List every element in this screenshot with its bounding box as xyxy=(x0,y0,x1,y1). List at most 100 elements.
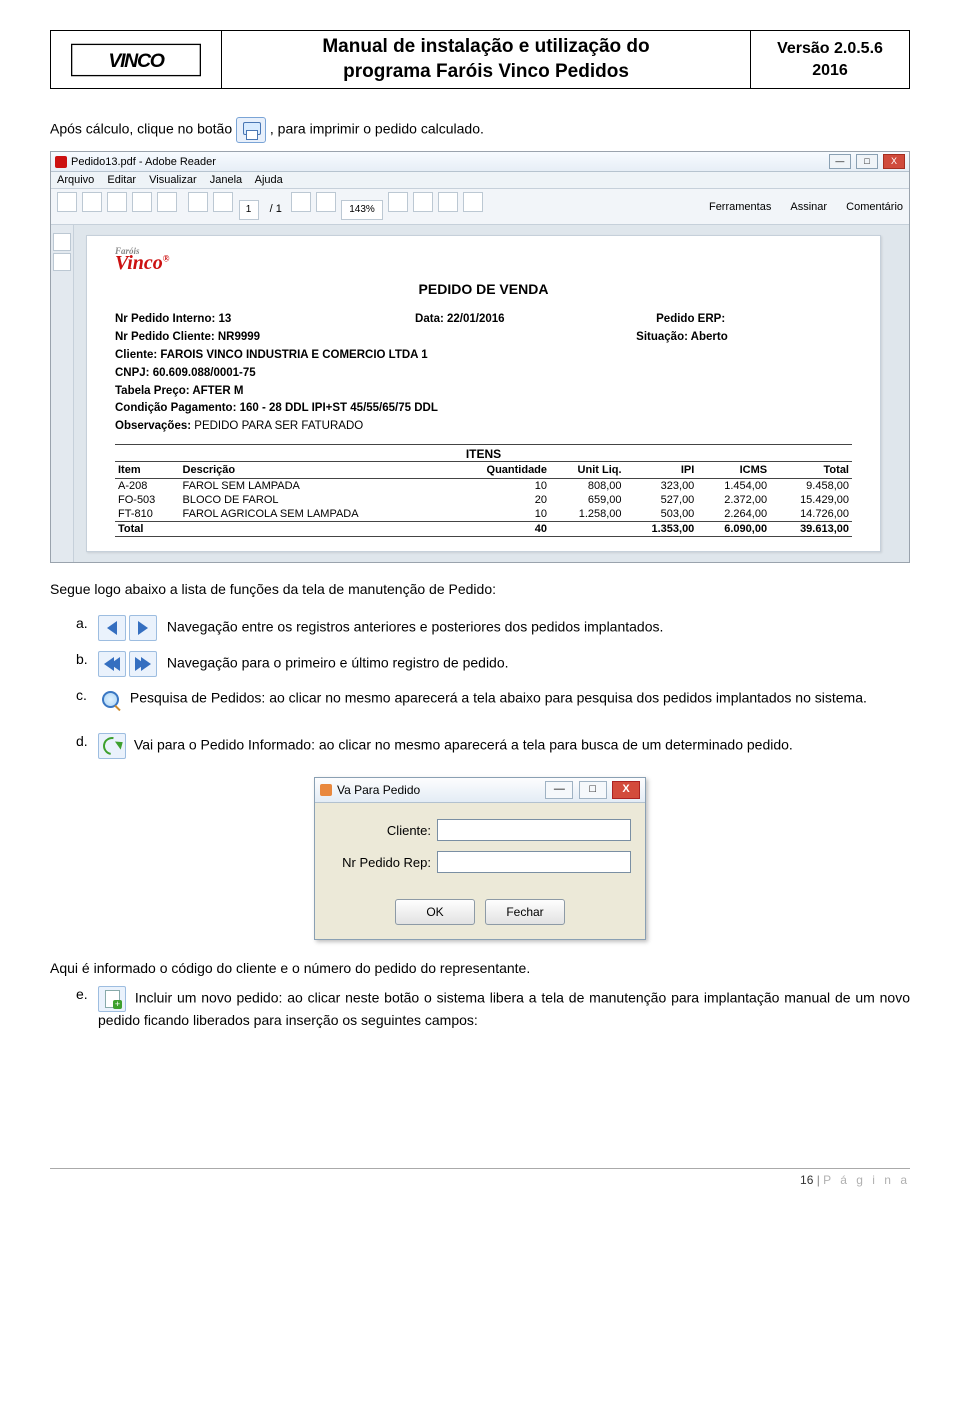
title-line1: Manual de instalação e utilização do xyxy=(230,35,742,60)
item-a-text: Navegação entre os registros anteriores … xyxy=(167,619,664,635)
menu-arquivo[interactable]: Arquivo xyxy=(57,174,94,186)
tool-icon[interactable] xyxy=(188,192,208,212)
col-total: Total xyxy=(770,462,852,479)
item-d: d. Vai para o Pedido Informado: ao clica… xyxy=(76,733,910,759)
toolbar: 1 / 1 143% Ferramentas Assinar Comentári… xyxy=(51,189,909,225)
tab-assinar[interactable]: Assinar xyxy=(790,201,827,213)
first-record-icon xyxy=(98,651,126,677)
printer-icon xyxy=(236,117,266,143)
f-cond: Condição Pagamento: 160 - 28 DDL IPI+ST … xyxy=(115,402,438,414)
input-nr-pedido[interactable] xyxy=(437,851,631,873)
intro-after: , para imprimir o pedido calculado. xyxy=(270,121,484,137)
label-cliente: Cliente: xyxy=(329,823,437,838)
va-para-pedido-dialog: Va Para Pedido — □ X Cliente: Nr Pedido … xyxy=(314,777,646,940)
menu-editar[interactable]: Editar xyxy=(107,174,136,186)
zoom-level[interactable]: 143% xyxy=(341,200,383,220)
col-ipi: IPI xyxy=(625,462,698,479)
function-list: a. Navegação entre os registros anterior… xyxy=(76,615,910,759)
goto-icon xyxy=(98,733,126,759)
pdf-logo: Faróis Vinco® xyxy=(115,246,852,275)
close-icon[interactable]: X xyxy=(883,154,905,169)
item-a: a. Navegação entre os registros anterior… xyxy=(76,615,910,641)
page-number: 16 xyxy=(800,1173,813,1187)
col-icms: ICMS xyxy=(697,462,770,479)
pdf-logo-sub: Faróis xyxy=(115,246,852,256)
prev-record-icon xyxy=(98,615,126,641)
col-qt: Quantidade xyxy=(451,462,550,479)
window-titlebar: Pedido13.pdf - Adobe Reader — □ X xyxy=(51,152,909,172)
intro-before: Após cálculo, clique no botão xyxy=(50,121,236,137)
tool-icon[interactable] xyxy=(413,192,433,212)
tool-icon[interactable] xyxy=(82,192,102,212)
tool-icon[interactable] xyxy=(463,192,483,212)
page-label: P á g i n a xyxy=(823,1173,910,1187)
tool-icon[interactable] xyxy=(157,192,177,212)
dialog-close-icon[interactable]: X xyxy=(612,781,640,799)
input-cliente[interactable] xyxy=(437,819,631,841)
ok-button[interactable]: OK xyxy=(395,899,475,925)
tool-icon[interactable] xyxy=(107,192,127,212)
doc-title: Manual de instalação e utilização do pro… xyxy=(222,31,750,88)
logo-box: VINCO xyxy=(51,31,222,88)
version-box: Versão 2.0.5.6 2016 xyxy=(750,31,909,88)
tool-icon[interactable] xyxy=(388,192,408,212)
tool-icon[interactable] xyxy=(291,192,311,212)
tool-icon[interactable] xyxy=(57,192,77,212)
f-pedido-int: Nr Pedido Interno: 13 xyxy=(115,313,231,325)
pdf-icon xyxy=(55,156,67,168)
function-list-cont: e. + Incluir um novo pedido: ao clicar n… xyxy=(76,986,910,1028)
search-icon xyxy=(98,687,122,711)
doc-header: VINCO Manual de instalação e utilização … xyxy=(50,30,910,89)
tool-icon[interactable] xyxy=(316,192,336,212)
item-c-text: Pesquisa de Pedidos: ao clicar no mesmo … xyxy=(130,690,867,706)
list-heading: Segue logo abaixo a lista de funções da … xyxy=(50,581,910,597)
tab-comentario[interactable]: Comentário xyxy=(846,201,903,213)
item-d-text: Vai para o Pedido Informado: ao clicar n… xyxy=(134,737,793,753)
f-cliente: Cliente: FAROIS VINCO INDUSTRIA E COMERC… xyxy=(115,349,428,361)
menu-visualizar[interactable]: Visualizar xyxy=(149,174,197,186)
item-b-text: Navegação para o primeiro e último regis… xyxy=(167,655,509,671)
version-text: Versão 2.0.5.6 xyxy=(755,38,905,60)
table-row: FO-503BLOCO DE FAROL 20659,00 527,002.37… xyxy=(115,493,852,507)
col-unit: Unit Liq. xyxy=(550,462,625,479)
dialog-minimize-icon[interactable]: — xyxy=(545,781,573,799)
col-desc: Descrição xyxy=(180,462,451,479)
page-footer: 16 | P á g i n a xyxy=(50,1168,910,1187)
f-pedido-cli: Nr Pedido Cliente: NR9999 xyxy=(115,331,260,343)
tool-icon[interactable] xyxy=(132,192,152,212)
minimize-icon[interactable]: — xyxy=(829,154,851,169)
f-data: Data: 22/01/2016 xyxy=(415,313,505,325)
page-current[interactable]: 1 xyxy=(239,200,259,220)
after-dialog-text: Aqui é informado o código do cliente e o… xyxy=(50,960,910,976)
tool-icon[interactable] xyxy=(438,192,458,212)
row-cliente: Cliente: xyxy=(329,819,631,841)
menu-ajuda[interactable]: Ajuda xyxy=(255,174,283,186)
fechar-button[interactable]: Fechar xyxy=(485,899,565,925)
row-nr-pedido: Nr Pedido Rep: xyxy=(329,851,631,873)
f-obs-text: PEDIDO PARA SER FATURADO xyxy=(194,420,363,432)
f-pedido-erp: Pedido ERP: xyxy=(656,313,725,325)
side-icon[interactable] xyxy=(53,233,71,251)
dialog-maximize-icon[interactable]: □ xyxy=(579,781,607,799)
item-e-text: Incluir um novo pedido: ao clicar neste … xyxy=(98,990,910,1028)
title-line2: programa Faróis Vinco Pedidos xyxy=(230,60,742,85)
version-year: 2016 xyxy=(755,60,905,82)
table-total-row: Total 40 1.353,006.090,00 39.613,00 xyxy=(115,522,852,537)
window-title: Pedido13.pdf - Adobe Reader xyxy=(71,156,216,168)
f-tabela: Tabela Preço: AFTER M xyxy=(115,385,243,397)
maximize-icon[interactable]: □ xyxy=(856,154,878,169)
tab-ferramentas[interactable]: Ferramentas xyxy=(709,201,771,213)
page-total: / 1 xyxy=(270,203,282,221)
tool-icon[interactable] xyxy=(213,192,233,212)
next-record-icon xyxy=(129,615,157,641)
last-record-icon xyxy=(129,651,157,677)
itens-heading: ITENS xyxy=(115,444,852,461)
side-icon[interactable] xyxy=(53,253,71,271)
pdf-page: Faróis Vinco® PEDIDO DE VENDA Nr Pedido … xyxy=(86,235,881,552)
col-item: Item xyxy=(115,462,180,479)
menu-janela[interactable]: Janela xyxy=(210,174,242,186)
pdf-preview-window: Pedido13.pdf - Adobe Reader — □ X Arquiv… xyxy=(50,151,910,563)
pdf-title: PEDIDO DE VENDA xyxy=(115,281,852,297)
f-cnpj: CNPJ: 60.609.088/0001-75 xyxy=(115,367,256,379)
pdf-fields: Nr Pedido Interno: 13 Data: 22/01/2016 P… xyxy=(115,311,852,436)
